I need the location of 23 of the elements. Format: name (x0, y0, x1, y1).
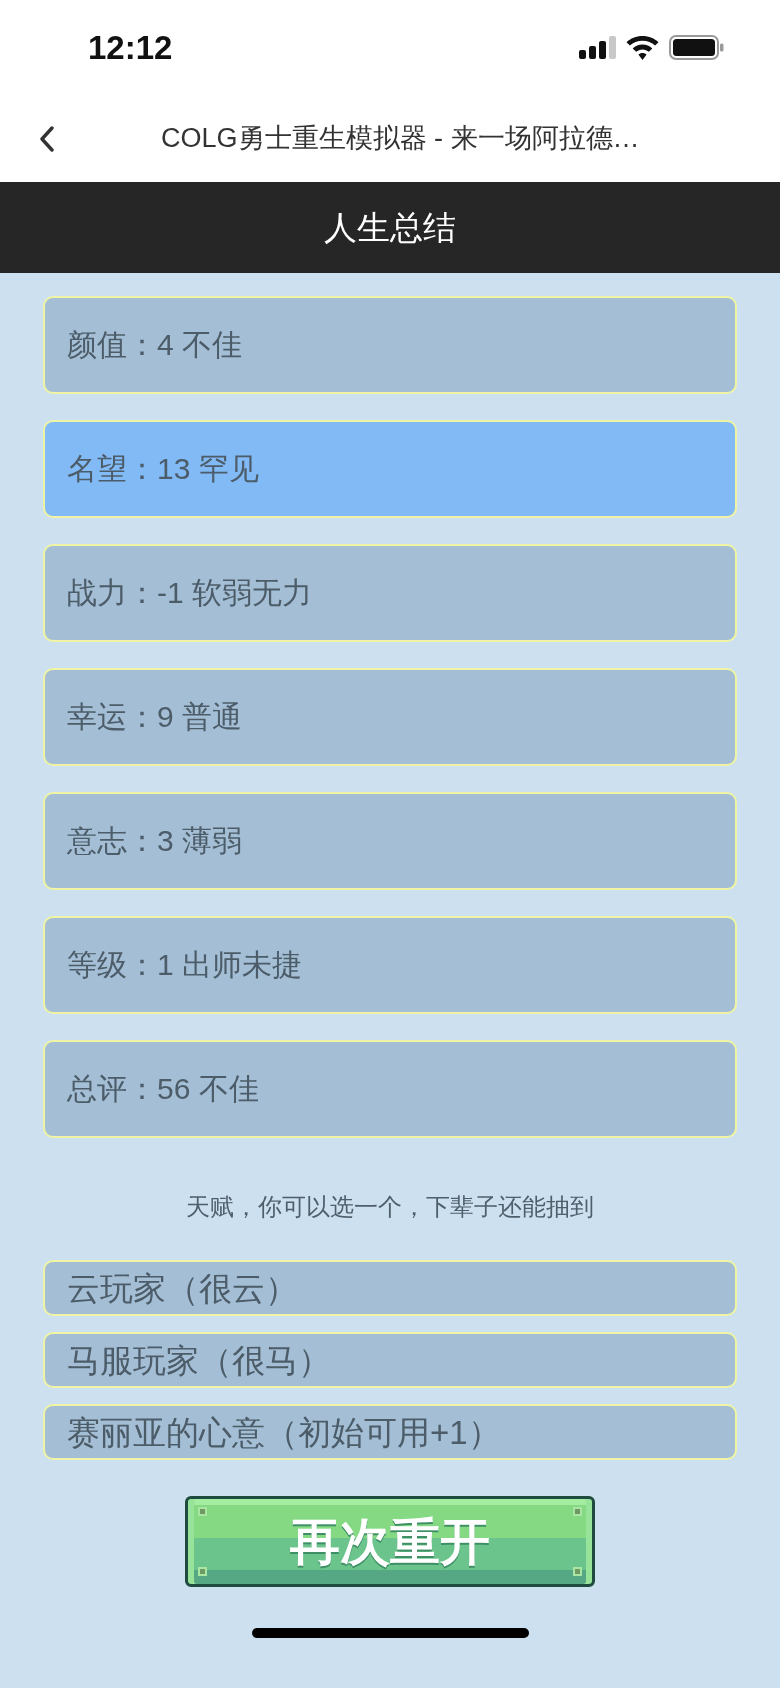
back-icon[interactable] (39, 125, 55, 152)
talent-option[interactable]: 云玩家（很云） (43, 1260, 737, 1316)
signal-icon (579, 36, 616, 59)
battery-icon (669, 35, 724, 60)
talent-option[interactable]: 赛丽亚的心意（初始可用+1） (43, 1404, 737, 1460)
stat-item: 颜值：4 不佳 (43, 296, 737, 394)
stat-item: 等级：1 出师未捷 (43, 916, 737, 1014)
rivet-icon (198, 1567, 207, 1576)
stat-item: 意志：3 薄弱 (43, 792, 737, 890)
wifi-icon (626, 35, 659, 60)
header-title: 人生总结 (324, 211, 456, 244)
stat-item: 总评：56 不佳 (43, 1040, 737, 1138)
page-title: COLG勇士重生模拟器 - 来一场阿拉德… (161, 125, 640, 152)
rivet-icon (573, 1507, 582, 1516)
rivet-icon (573, 1567, 582, 1576)
stat-item: 战力：-1 软弱无力 (43, 544, 737, 642)
talent-hint: 天赋，你可以选一个，下辈子还能抽到 (185, 1192, 595, 1222)
talent-option[interactable]: 马服玩家（很马） (43, 1332, 737, 1388)
stat-item: 幸运：9 普通 (43, 668, 737, 766)
rivet-icon (198, 1507, 207, 1516)
restart-button[interactable]: 再次重开 (185, 1496, 595, 1587)
status-time: 12:12 (88, 31, 173, 64)
stat-item: 名望：13 罕见 (43, 420, 737, 518)
